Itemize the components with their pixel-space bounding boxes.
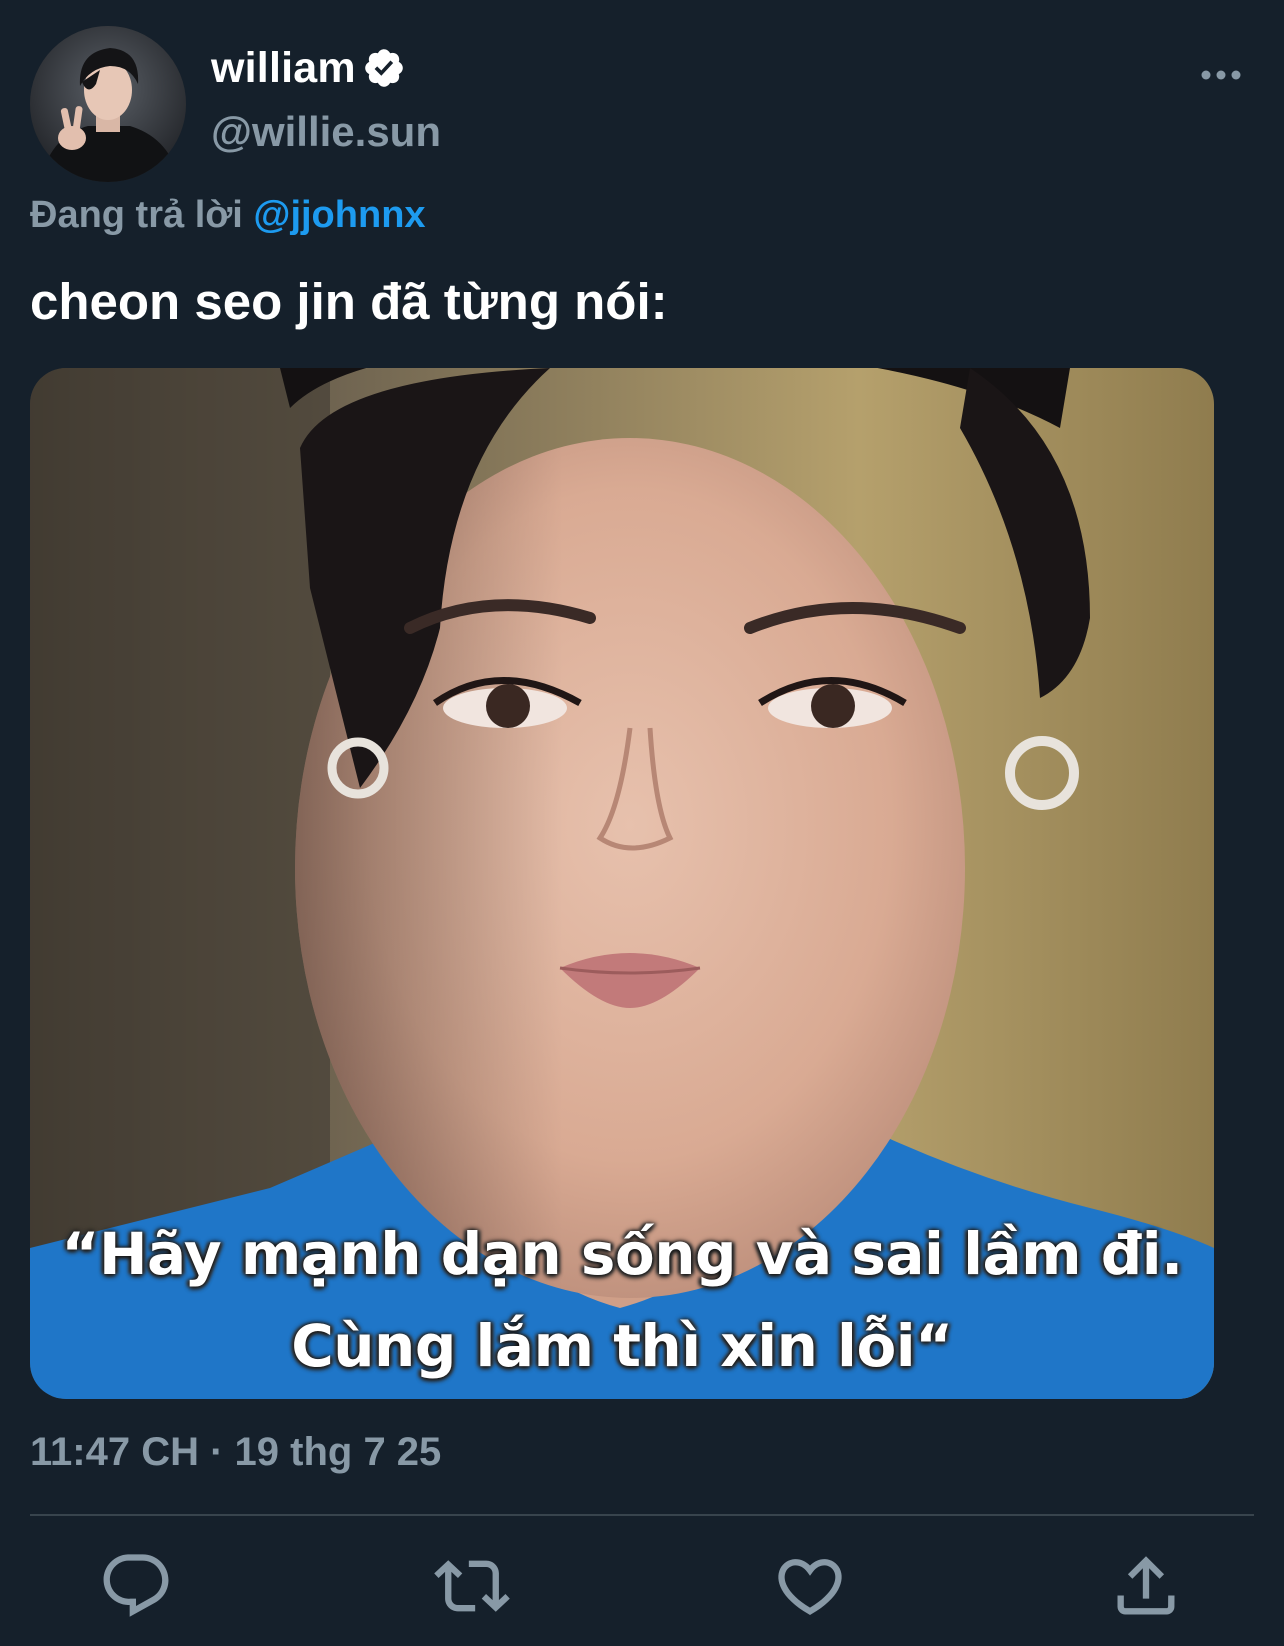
share-button[interactable] xyxy=(1108,1548,1184,1624)
reply-icon xyxy=(103,1554,169,1617)
author-handle[interactable]: @willie.sun xyxy=(211,108,441,156)
action-bar-divider xyxy=(30,1514,1254,1516)
tweet-action-bar xyxy=(0,1548,1284,1628)
replying-to-prefix: Đang trả lời xyxy=(30,194,243,236)
replying-to-mention-link[interactable]: @jjohnnx xyxy=(253,194,425,236)
retweet-icon xyxy=(434,1560,510,1612)
tweet-media-image[interactable]: “Hãy mạnh dạn sống và sai lầm đi. Cùng l… xyxy=(30,368,1214,1399)
avatar-image xyxy=(30,26,186,182)
share-icon xyxy=(1117,1556,1175,1615)
media-caption-line-1: “Hãy mạnh dạn sống và sai lầm đi. xyxy=(61,1220,1183,1288)
tweet-timestamp[interactable]: 11:47 CH · 19 thg 7 25 xyxy=(30,1430,441,1475)
media-caption-line-2: Cùng lắm thì xin lỗi“ xyxy=(291,1312,953,1380)
more-options-icon[interactable] xyxy=(1196,60,1246,90)
reply-button[interactable] xyxy=(98,1548,174,1624)
verified-badge-icon xyxy=(362,46,406,90)
heart-icon xyxy=(778,1559,842,1616)
replying-to-line: Đang trả lời @jjohnnx xyxy=(30,194,426,237)
tweet-header: william @willie.sun xyxy=(0,0,1284,190)
tweet-text: cheon seo jin đã từng nói: xyxy=(30,273,668,330)
avatar[interactable] xyxy=(30,26,186,182)
retweet-button[interactable] xyxy=(434,1548,510,1624)
like-button[interactable] xyxy=(772,1548,848,1624)
author-name-row[interactable]: william xyxy=(211,40,406,96)
author-display-name[interactable]: william xyxy=(211,44,356,93)
